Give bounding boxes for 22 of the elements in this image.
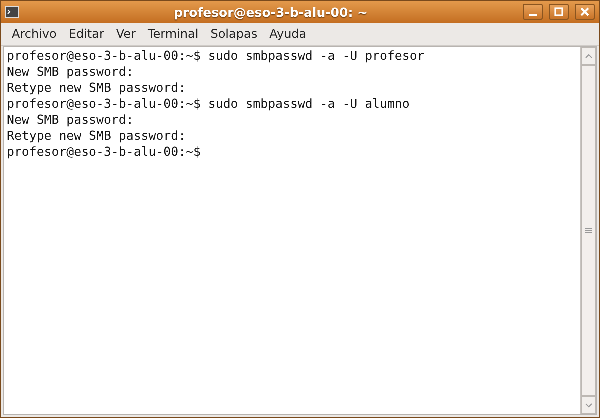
close-icon bbox=[580, 7, 590, 17]
menu-item[interactable]: Ayuda bbox=[264, 25, 312, 43]
close-button[interactable] bbox=[575, 4, 595, 20]
menu-item[interactable]: Solapas bbox=[206, 25, 263, 43]
menu-item[interactable]: Archivo bbox=[7, 25, 62, 43]
window-title: profesor@eso-3-b-alu-00: ~ bbox=[172, 4, 370, 20]
terminal-line: Retype new SMB password: bbox=[7, 128, 188, 144]
terminal-line: New SMB password: bbox=[7, 64, 135, 80]
terminal-line: profesor@eso-3-b-alu-00:~$ bbox=[7, 144, 202, 160]
maximize-button[interactable] bbox=[549, 4, 569, 20]
terminal-icon[interactable] bbox=[5, 6, 19, 18]
minimize-icon bbox=[529, 14, 537, 16]
terminal-line: profesor@eso-3-b-alu-00:~$ sudo smbpasswd -a -U profesor bbox=[7, 48, 426, 64]
terminal-line: New SMB password: bbox=[7, 112, 135, 128]
terminal-line: Retype new SMB password: bbox=[7, 80, 188, 96]
menu-item[interactable]: Ver bbox=[111, 25, 141, 43]
grip-icon bbox=[585, 228, 592, 234]
terminal-line: profesor@eso-3-b-alu-00:~$ sudo smbpasswd -a -U alumno bbox=[7, 96, 411, 112]
minimize-button[interactable] bbox=[523, 4, 543, 20]
menu-item[interactable]: Terminal bbox=[142, 25, 204, 43]
maximize-icon bbox=[554, 7, 564, 17]
menu-item[interactable]: Editar bbox=[64, 25, 110, 43]
